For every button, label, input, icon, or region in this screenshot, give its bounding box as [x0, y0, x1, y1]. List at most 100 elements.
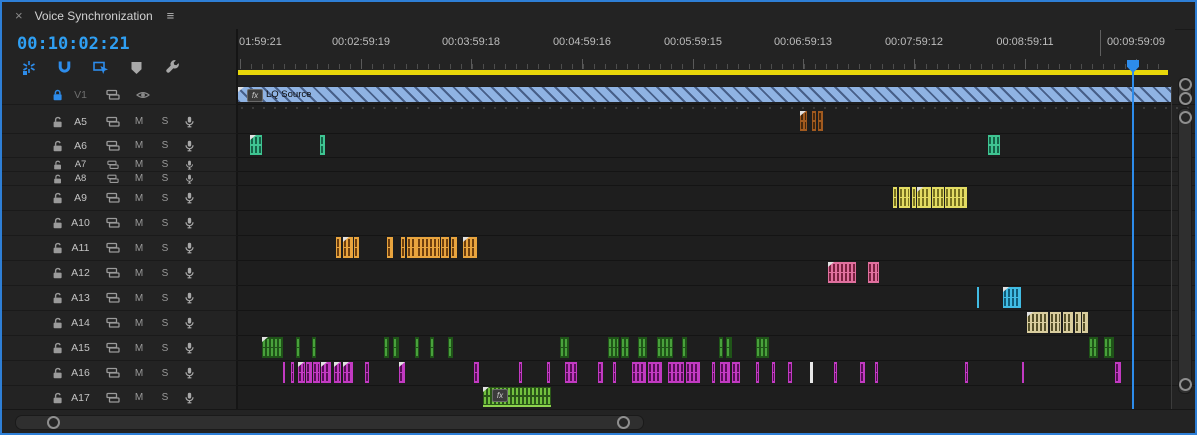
- voice-over-record-button[interactable]: [178, 140, 200, 152]
- audio-clip[interactable]: [648, 362, 662, 383]
- audio-clip[interactable]: [448, 337, 453, 358]
- source-patch-toggle[interactable]: [99, 192, 126, 204]
- audio-clip[interactable]: [682, 337, 687, 358]
- source-patch-toggle[interactable]: [99, 342, 126, 354]
- audio-clip[interactable]: [407, 237, 417, 258]
- audio-clip[interactable]: [732, 362, 740, 383]
- audio-clip[interactable]: [613, 362, 616, 383]
- audio-clip[interactable]: [560, 337, 569, 358]
- track-lock-toggle[interactable]: [50, 317, 65, 329]
- audio-zoom-handle-bottom[interactable]: [1179, 378, 1192, 391]
- track-lock-toggle[interactable]: [50, 217, 65, 229]
- mute-button[interactable]: M: [126, 243, 152, 254]
- voice-over-record-button[interactable]: [178, 392, 200, 404]
- audio-clip[interactable]: [932, 187, 944, 208]
- source-patch-toggle[interactable]: [99, 267, 126, 279]
- track-lock-toggle[interactable]: [50, 89, 65, 101]
- audio-clip[interactable]: [834, 362, 837, 383]
- audio-scrollbar-thumb[interactable]: [1178, 108, 1192, 394]
- audio-clip[interactable]: [417, 237, 440, 258]
- mute-button[interactable]: M: [126, 193, 152, 204]
- solo-button[interactable]: S: [152, 268, 178, 279]
- horizontal-zoom-scrollbar[interactable]: [2, 409, 1195, 433]
- audio-clip[interactable]: [1027, 312, 1048, 333]
- video-zoom-handle-bottom[interactable]: [1179, 92, 1192, 105]
- audio-clip[interactable]: [441, 237, 449, 258]
- audio-clip[interactable]: [686, 362, 700, 383]
- voice-over-record-button[interactable]: [178, 192, 200, 204]
- audio-clip[interactable]: [519, 362, 522, 383]
- snap-icon[interactable]: [56, 59, 73, 76]
- audio-zoom-handle-top[interactable]: [1179, 111, 1192, 124]
- audio-clip[interactable]: [1050, 312, 1061, 333]
- audio-clip[interactable]: [756, 362, 759, 383]
- audio-clip[interactable]: [451, 237, 457, 258]
- time-ruler[interactable]: 01:59:21 00:02:59:19 00:03:59:18 00:04:59:1…: [238, 29, 1175, 70]
- mute-button[interactable]: M: [126, 368, 152, 379]
- voice-over-record-button[interactable]: [178, 292, 200, 304]
- audio-clip[interactable]: [632, 362, 646, 383]
- audio-clip[interactable]: [810, 362, 813, 383]
- mute-button[interactable]: M: [126, 343, 152, 354]
- audio-clip[interactable]: [788, 362, 792, 383]
- audio-clip[interactable]: [719, 337, 723, 358]
- add-marker-icon[interactable]: [128, 59, 145, 76]
- voice-over-record-button[interactable]: [178, 159, 200, 171]
- audio-clip[interactable]: [384, 337, 389, 358]
- solo-button[interactable]: S: [152, 193, 178, 204]
- solo-button[interactable]: S: [152, 368, 178, 379]
- audio-clip[interactable]: [621, 337, 629, 358]
- audio-clip[interactable]: [720, 362, 730, 383]
- solo-button[interactable]: S: [152, 140, 178, 151]
- audio-clip[interactable]: [401, 237, 405, 258]
- mute-button[interactable]: M: [126, 318, 152, 329]
- audio-clip[interactable]: [912, 187, 916, 208]
- audio-clip[interactable]: [298, 362, 305, 383]
- track-lock-toggle[interactable]: [50, 392, 65, 404]
- source-patch-toggle[interactable]: [99, 242, 126, 254]
- solo-button[interactable]: S: [152, 218, 178, 229]
- timeline-settings-icon[interactable]: [164, 59, 181, 76]
- panel-tab-title[interactable]: Voice Synchronization: [35, 9, 153, 23]
- audio-clip[interactable]: [463, 237, 477, 258]
- source-patch-toggle[interactable]: [99, 317, 126, 329]
- video-zoom-handle-top[interactable]: [1179, 78, 1192, 91]
- nest-insert-icon[interactable]: [20, 59, 37, 76]
- panel-close-icon[interactable]: ×: [15, 8, 23, 23]
- playhead-line[interactable]: [1132, 72, 1134, 410]
- audio-clip[interactable]: [812, 111, 816, 131]
- audio-clip[interactable]: [1089, 337, 1098, 358]
- mute-button[interactable]: M: [126, 218, 152, 229]
- voice-over-record-button[interactable]: [178, 317, 200, 329]
- audio-clip[interactable]: [608, 337, 619, 358]
- mute-button[interactable]: M: [126, 159, 152, 170]
- audio-clip[interactable]: [343, 237, 353, 258]
- work-area-bar[interactable]: [238, 70, 1168, 75]
- mute-button[interactable]: M: [126, 173, 152, 184]
- solo-button[interactable]: S: [152, 392, 178, 403]
- audio-clip[interactable]: [283, 362, 285, 383]
- voice-over-record-button[interactable]: [178, 367, 200, 379]
- audio-clip[interactable]: [1022, 362, 1024, 383]
- voice-over-record-button[interactable]: [178, 217, 200, 229]
- solo-button[interactable]: S: [152, 293, 178, 304]
- audio-clip[interactable]: [1003, 287, 1021, 308]
- track-lock-toggle[interactable]: [50, 342, 65, 354]
- panel-menu-icon[interactable]: ≡: [167, 8, 175, 23]
- audio-clip[interactable]: [343, 362, 353, 383]
- solo-button[interactable]: S: [152, 159, 178, 170]
- audio-clip[interactable]: [393, 337, 399, 358]
- vertical-scrollbar[interactable]: [1176, 72, 1193, 409]
- audio-clip[interactable]: [313, 362, 320, 383]
- audio-clip[interactable]: [565, 362, 577, 383]
- audio-clip[interactable]: [756, 337, 769, 358]
- mute-button[interactable]: M: [126, 116, 152, 127]
- audio-clip[interactable]: [474, 362, 479, 383]
- track-lock-toggle[interactable]: [50, 140, 65, 152]
- audio-clip[interactable]: [965, 362, 968, 383]
- audio-clip[interactable]: [334, 362, 341, 383]
- track-lock-toggle[interactable]: [50, 367, 65, 379]
- track-lock-toggle[interactable]: [50, 192, 65, 204]
- solo-button[interactable]: S: [152, 173, 178, 184]
- solo-button[interactable]: S: [152, 318, 178, 329]
